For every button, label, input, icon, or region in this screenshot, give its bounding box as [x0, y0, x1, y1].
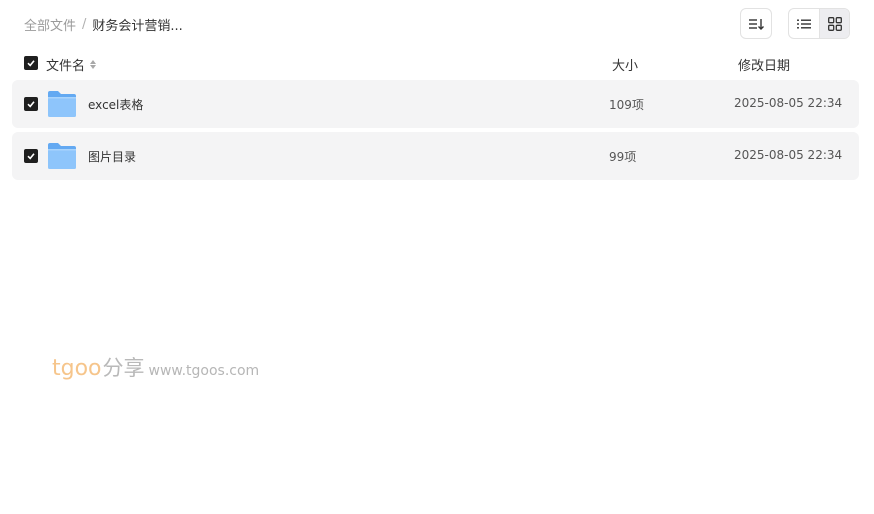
check-icon: [27, 153, 35, 160]
file-name[interactable]: excel表格: [88, 96, 143, 113]
list-view-icon: [797, 19, 811, 28]
file-modified-date: 2025-08-05 22:34: [734, 96, 843, 110]
file-modified-date: 2025-08-05 22:34: [734, 148, 843, 162]
check-icon: [27, 60, 35, 67]
sort-button[interactable]: [740, 8, 772, 39]
breadcrumb: 全部文件 / 财务会计营销...: [24, 14, 183, 34]
sort-arrows-icon: [90, 60, 97, 69]
watermark-cn: 分享: [102, 356, 145, 380]
column-header-date: 修改日期: [738, 59, 791, 74]
watermark: tgoo 分享 www.tgoos.com: [52, 352, 259, 382]
watermark-brand: tgoo: [52, 356, 102, 381]
breadcrumb-current: 财务会计营销...: [92, 18, 183, 34]
table-row[interactable]: 图片目录 99项 2025-08-05 22:34: [12, 132, 859, 180]
row-checkbox[interactable]: [24, 149, 38, 163]
watermark-url: www.tgoos.com: [148, 363, 260, 379]
row-checkbox[interactable]: [24, 97, 38, 111]
file-name[interactable]: 图片目录: [88, 148, 136, 165]
view-toggle: [788, 8, 850, 39]
column-header-size: 大小: [612, 59, 639, 74]
folder-icon: [48, 143, 76, 169]
column-header-name-label: 文件名: [46, 59, 86, 74]
grid-view-button[interactable]: [819, 9, 849, 38]
grid-view-icon: [827, 16, 842, 31]
sort-lines-icon: [749, 18, 764, 30]
table-header: 文件名 大小 修改日期: [12, 52, 859, 76]
breadcrumb-separator: /: [82, 16, 87, 32]
check-icon: [27, 101, 35, 108]
file-size: 99项: [609, 150, 637, 164]
column-header-name[interactable]: 文件名: [46, 55, 97, 74]
table-row[interactable]: excel表格 109项 2025-08-05 22:34: [12, 80, 859, 128]
file-size: 109项: [609, 98, 644, 112]
breadcrumb-root-link[interactable]: 全部文件: [24, 15, 76, 34]
list-view-button[interactable]: [789, 9, 819, 38]
folder-icon: [48, 91, 76, 117]
select-all-checkbox[interactable]: [24, 56, 38, 70]
